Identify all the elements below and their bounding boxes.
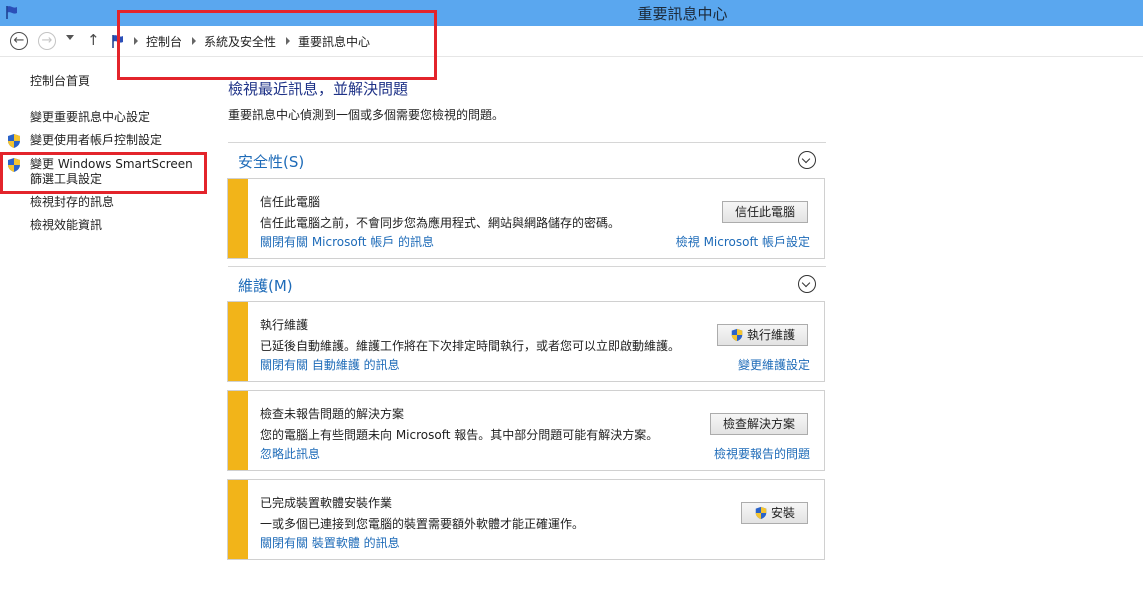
change-maintenance-settings-link[interactable]: 變更維護設定 — [738, 356, 810, 373]
section-maintenance-label: 維護(M) — [238, 277, 293, 295]
install-button-label: 安裝 — [770, 506, 795, 520]
ignore-message-link[interactable]: 忽略此訊息 — [260, 445, 320, 462]
message-description: 一或多個已連接到您電腦的裝置需要額外軟體才能正確運作。 — [260, 517, 585, 531]
view-account-settings-link[interactable]: 檢視 Microsoft 帳戶設定 — [676, 233, 810, 250]
smartscreen-link-line2: 篩選工具設定 — [30, 172, 103, 186]
section-maintenance[interactable]: 維護(M) — [228, 266, 826, 301]
change-smartscreen-settings-link[interactable]: 變更 Windows SmartScreen 篩選工具設定 — [30, 157, 193, 187]
control-panel-home-link[interactable]: 控制台首頁 — [30, 74, 90, 89]
message-title: 已完成裝置軟體安裝作業 — [260, 496, 393, 510]
run-maintenance-button[interactable]: 執行維護 — [716, 324, 808, 346]
message-title: 檢查未報告問題的解決方案 — [260, 407, 405, 421]
warning-stripe — [228, 391, 248, 470]
recent-locations-dropdown[interactable] — [66, 35, 74, 40]
uac-shield-icon — [8, 134, 20, 148]
message-title: 信任此電腦 — [260, 195, 321, 209]
message-card-device-software: 已完成裝置軟體安裝作業 一或多個已連接到您電腦的裝置需要額外軟體才能正確運作。 … — [227, 479, 825, 560]
forward-button[interactable]: → — [38, 32, 56, 50]
run-maintenance-button-label: 執行維護 — [746, 328, 795, 342]
page-subtitle: 重要訊息中心偵測到一個或多個需要您檢視的問題。 — [228, 108, 505, 122]
turn-off-messages-link[interactable]: 關閉有關 Microsoft 帳戶 的訊息 — [260, 233, 434, 250]
message-card-trust-pc: 信任此電腦 信任此電腦之前，不會同步您為應用程式、網站與網路儲存的密碼。 關閉有… — [227, 178, 825, 259]
back-button[interactable]: ← — [10, 32, 28, 50]
view-problems-to-report-link[interactable]: 檢視要報告的問題 — [714, 445, 810, 462]
message-title: 執行維護 — [260, 318, 309, 332]
up-button[interactable]: ↑ — [87, 31, 100, 49]
section-security-label: 安全性(S) — [238, 153, 305, 171]
uac-shield-icon — [731, 328, 743, 342]
message-description: 您的電腦上有些問題未向 Microsoft 報告。其中部分問題可能有解決方案。 — [260, 428, 659, 442]
check-for-solutions-button-label: 檢查解決方案 — [722, 417, 795, 431]
uac-shield-icon — [755, 506, 767, 520]
install-button[interactable]: 安裝 — [740, 502, 808, 524]
check-for-solutions-button[interactable]: 檢查解決方案 — [709, 413, 808, 435]
view-archived-messages-link[interactable]: 檢視封存的訊息 — [30, 195, 114, 210]
warning-stripe — [228, 302, 248, 381]
message-description: 已延後自動維護。維護工作將在下次排定時間執行，或者您可以立即啟動維護。 — [260, 339, 681, 353]
change-action-center-settings-link[interactable]: 變更重要訊息中心設定 — [30, 110, 150, 125]
message-description: 信任此電腦之前，不會同步您為應用程式、網站與網路儲存的密碼。 — [260, 216, 621, 230]
message-card-check-solutions: 檢查未報告問題的解決方案 您的電腦上有些問題未向 Microsoft 報告。其中… — [227, 390, 825, 471]
message-card-run-maintenance: 執行維護 已延後自動維護。維護工作將在下次排定時間執行，或者您可以立即啟動維護。… — [227, 301, 825, 382]
smartscreen-link-line1: 變更 Windows SmartScreen — [30, 157, 193, 171]
trust-this-pc-button-label: 信任此電腦 — [734, 205, 795, 219]
view-performance-info-link[interactable]: 檢視效能資訊 — [30, 218, 102, 233]
collapse-chevron-icon[interactable] — [798, 151, 816, 169]
warning-stripe — [228, 179, 248, 258]
section-security[interactable]: 安全性(S) — [228, 142, 826, 177]
turn-off-messages-link[interactable]: 關閉有關 裝置軟體 的訊息 — [260, 534, 400, 551]
page-title: 檢視最近訊息，並解決問題 — [228, 80, 409, 98]
turn-off-messages-link[interactable]: 關閉有關 自動維護 的訊息 — [260, 356, 400, 373]
warning-stripe — [228, 480, 248, 559]
trust-this-pc-button[interactable]: 信任此電腦 — [721, 201, 808, 223]
collapse-chevron-icon[interactable] — [798, 275, 816, 293]
change-uac-settings-link[interactable]: 變更使用者帳戶控制設定 — [30, 133, 162, 148]
uac-shield-icon — [8, 158, 20, 172]
